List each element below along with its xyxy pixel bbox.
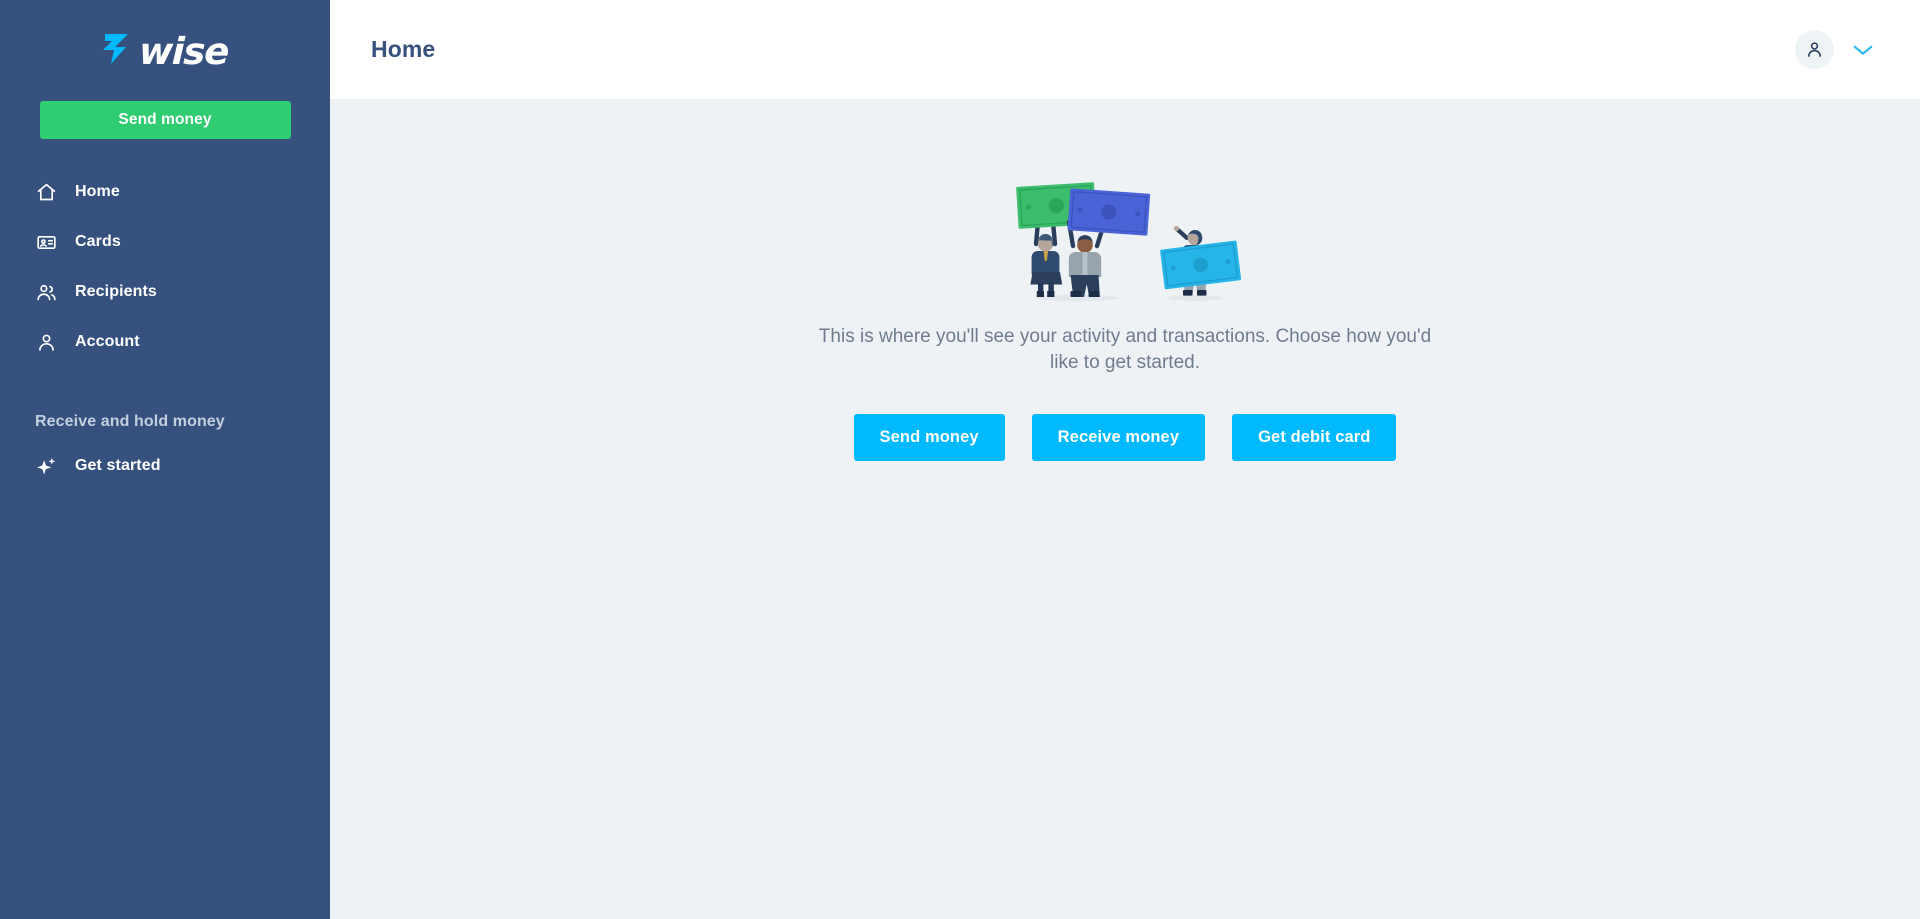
wise-wordmark: wise: [138, 29, 229, 73]
top-bar: Home: [330, 0, 1920, 100]
action-buttons: Send money Receive money Get debit card: [775, 414, 1475, 462]
app-root: wise Send money Home Cards Recipients Ac…: [0, 0, 1920, 919]
page-title: Home: [371, 36, 436, 62]
recipients-icon: [33, 279, 59, 305]
sidebar: wise Send money Home Cards Recipients Ac…: [0, 0, 330, 919]
person-icon: [1808, 42, 1821, 57]
chevron-down-icon: [1853, 45, 1873, 55]
receive-money-button[interactable]: Receive money: [1031, 414, 1206, 462]
sparkle-icon: [33, 453, 59, 479]
sidebar-item-cards[interactable]: Cards: [0, 217, 330, 267]
card-icon: [33, 229, 59, 255]
brand-logo[interactable]: wise: [0, 0, 330, 96]
send-money-button[interactable]: Send money: [853, 414, 1005, 462]
empty-state: This is where you'll see your activity a…: [775, 172, 1475, 919]
sidebar-item-home[interactable]: Home: [0, 167, 330, 217]
sidebar-item-get-started[interactable]: Get started: [0, 441, 330, 491]
main-area: Home This is where you'll see your activ…: [330, 0, 1920, 919]
wise-flag-icon: [102, 32, 132, 71]
account-menu: [1795, 30, 1878, 69]
sidebar-send-money-button[interactable]: Send money: [39, 101, 291, 139]
people-holding-banknotes-illustration: [1016, 182, 1242, 302]
get-debit-card-button[interactable]: Get debit card: [1232, 414, 1397, 462]
sidebar-item-label: Recipients: [75, 283, 157, 300]
account-dropdown-toggle[interactable]: [1848, 39, 1878, 61]
sidebar-item-label: Home: [75, 183, 120, 200]
sidebar-secondary-nav: Get started: [0, 441, 330, 491]
sidebar-section-title: Receive and hold money: [35, 413, 225, 430]
sidebar-item-label: Cards: [75, 233, 121, 250]
person-icon: [33, 329, 59, 355]
empty-state-message: This is where you'll see your activity a…: [818, 326, 1432, 373]
content-area: This is where you'll see your activity a…: [330, 100, 1920, 919]
avatar[interactable]: [1795, 30, 1834, 69]
sidebar-item-account[interactable]: Account: [0, 317, 330, 367]
sidebar-item-recipients[interactable]: Recipients: [0, 267, 330, 317]
sidebar-item-label: Get started: [75, 457, 161, 474]
home-icon: [33, 179, 59, 205]
sidebar-item-label: Account: [75, 333, 140, 350]
sidebar-nav: Home Cards Recipients Account: [0, 167, 330, 367]
